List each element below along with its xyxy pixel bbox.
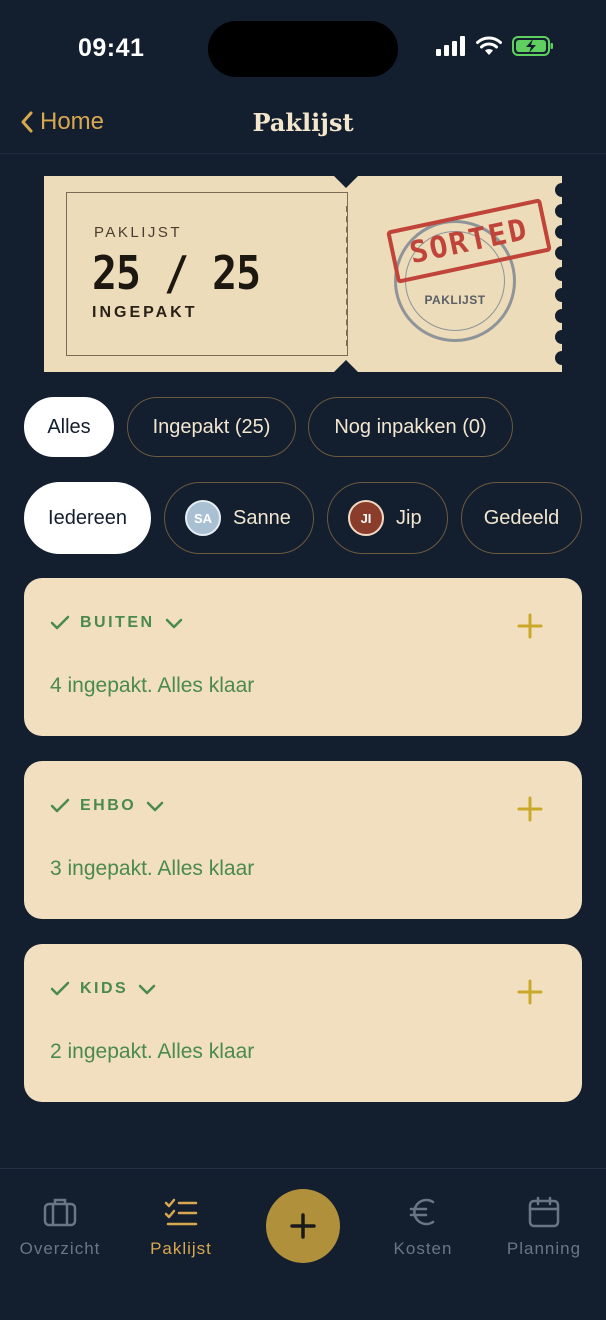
category-title: BUITEN [80, 614, 155, 631]
tab-planning[interactable]: Planning [484, 1195, 604, 1259]
category-status: 2 ingepakt. Alles klaar [50, 1040, 255, 1063]
add-button[interactable] [266, 1189, 340, 1263]
signal-icon [436, 36, 465, 56]
add-item-icon[interactable] [516, 795, 544, 823]
filter-label: Alles [47, 415, 91, 438]
tab-label: Kosten [393, 1239, 453, 1258]
category-title: KIDS [80, 980, 129, 997]
plus-icon [290, 1213, 316, 1239]
category-card-buiten[interactable]: BUITEN 4 ingepakt. Alles klaar [24, 578, 582, 736]
check-icon [50, 798, 70, 813]
category-status: 3 ingepakt. Alles klaar [50, 857, 255, 880]
calendar-icon [528, 1196, 560, 1228]
ticket-label: PAKLIJST [94, 224, 183, 241]
category-card-ehbo[interactable]: EHBO 3 ingepakt. Alles klaar [24, 761, 582, 919]
ticket-count: 25 / 25 [92, 246, 261, 300]
ticket-perforation [346, 206, 348, 346]
ticket-subtitle: INGEPAKT [92, 304, 198, 321]
tab-label: Overzicht [19, 1239, 101, 1258]
chevron-down-icon [146, 801, 164, 812]
suitcase-icon [43, 1198, 77, 1227]
progress-ticket: PAKLIJST 25 / 25 INGEPAKT PAKLIJST SORTE… [44, 176, 562, 372]
checklist-icon [164, 1198, 198, 1226]
filter-label: Nog inpakken (0) [334, 415, 487, 438]
check-icon [50, 615, 70, 630]
avatar: SA [185, 500, 221, 536]
tab-overzicht[interactable]: Overzicht [0, 1195, 120, 1259]
navigation-bar: Home Paklijst [0, 100, 606, 154]
add-item-icon[interactable] [516, 978, 544, 1006]
person-filter-label: Iedereen [48, 506, 127, 529]
person-filter-label: Sanne [233, 506, 291, 529]
person-filter-iedereen[interactable]: Iedereen [24, 482, 151, 554]
tab-kosten[interactable]: Kosten [363, 1195, 483, 1259]
person-filter-gedeeld[interactable]: Gedeeld [461, 482, 582, 554]
person-filter-sanne[interactable]: SA Sanne [164, 482, 314, 554]
category-status: 4 ingepakt. Alles klaar [50, 674, 255, 697]
euro-icon [409, 1198, 435, 1226]
person-filter-label: Gedeeld [483, 506, 560, 529]
status-bar: 09:41 [0, 0, 606, 100]
avatar: JI [348, 500, 384, 536]
person-filter-label: Jip [396, 506, 422, 529]
filter-ingepakt[interactable]: Ingepakt (25) [127, 397, 296, 457]
tab-bar: Overzicht Paklijst Kosten Planning [0, 1168, 606, 1320]
stamp-caption: PAKLIJST [424, 293, 486, 307]
category-header[interactable]: KIDS [50, 980, 156, 998]
wifi-icon [476, 36, 502, 55]
category-card-kids[interactable]: KIDS 2 ingepakt. Alles klaar [24, 944, 582, 1102]
tab-label: Paklijst [150, 1239, 212, 1258]
category-title: EHBO [80, 797, 137, 814]
chevron-down-icon [165, 618, 182, 629]
filter-alles[interactable]: Alles [24, 397, 114, 457]
category-header[interactable]: EHBO [50, 797, 164, 815]
filter-nog-inpakken[interactable]: Nog inpakken (0) [308, 397, 513, 457]
dynamic-island [208, 21, 398, 77]
chevron-down-icon [138, 984, 156, 995]
page-title: Paklijst [252, 108, 354, 137]
battery-charging-icon [512, 36, 553, 56]
status-icons [436, 36, 554, 56]
tab-paklijst[interactable]: Paklijst [121, 1195, 241, 1259]
person-filter-jip[interactable]: JI Jip [327, 482, 448, 554]
check-icon [50, 981, 70, 996]
add-item-icon[interactable] [516, 612, 544, 640]
category-header[interactable]: BUITEN [50, 614, 183, 632]
tab-label: Planning [506, 1239, 582, 1258]
filter-label: Ingepakt (25) [152, 415, 271, 438]
status-time: 09:41 [78, 34, 145, 62]
